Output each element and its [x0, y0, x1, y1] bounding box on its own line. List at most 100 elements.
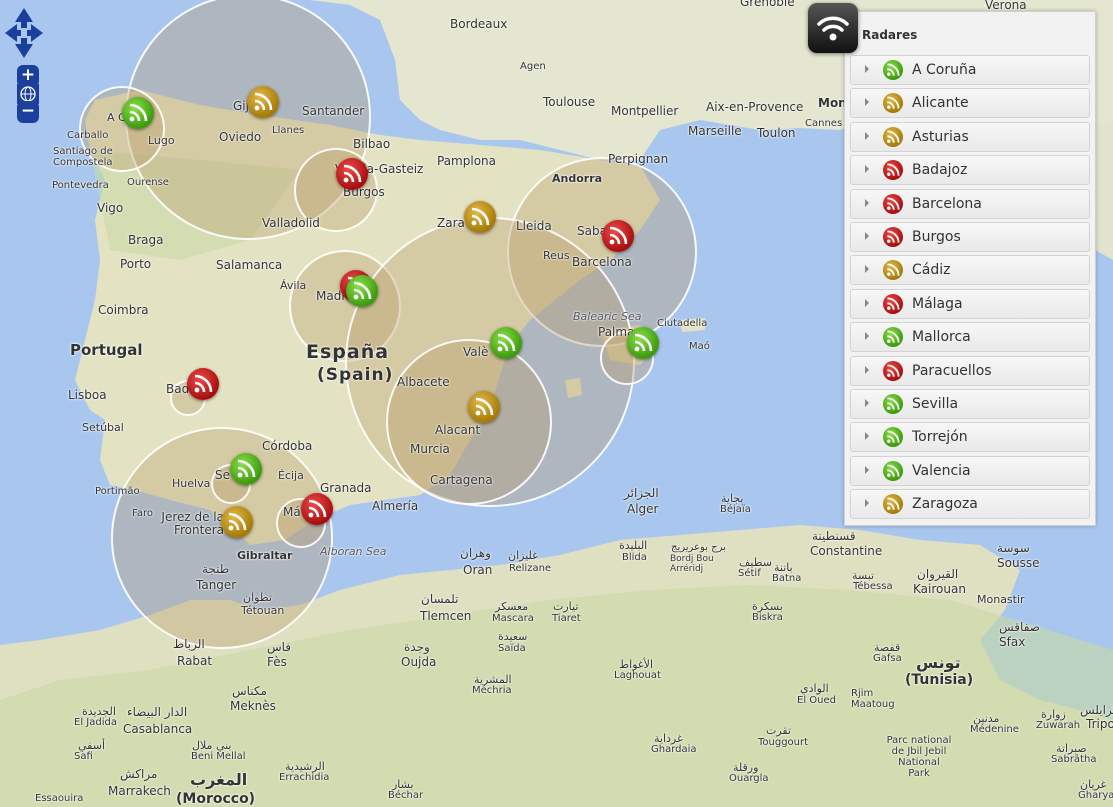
map-label: Marrakech	[108, 784, 171, 798]
map-label: الدار البيضاء	[127, 705, 188, 719]
expand-arrow-icon[interactable]	[865, 399, 869, 407]
map-label: Safi	[74, 751, 93, 762]
radar-name: Málaga	[912, 295, 963, 312]
wifi-icon[interactable]	[808, 3, 858, 53]
map-label: Bordj Bou Arréridj	[670, 554, 714, 574]
map-label: Biskra	[752, 612, 783, 623]
expand-arrow-icon[interactable]	[865, 465, 869, 474]
radar-list-item[interactable]: Torrejón	[850, 422, 1090, 453]
radar-marker-alicante[interactable]	[468, 391, 500, 423]
expand-arrow-icon[interactable]	[865, 298, 869, 307]
zoom-out-button[interactable]: −	[17, 101, 39, 123]
expand-arrow-icon[interactable]	[865, 432, 869, 441]
radar-name: Paracuellos	[912, 362, 992, 379]
pan-arrows-icon[interactable]	[5, 5, 43, 61]
map-label: Saïda	[498, 643, 526, 654]
map-label: سوسة	[997, 541, 1030, 555]
map-label: Murcia	[410, 442, 450, 456]
map-label: Braga	[128, 233, 164, 247]
map-label: Se	[215, 468, 230, 482]
map-label: Huelva	[172, 477, 211, 490]
expand-arrow-icon[interactable]	[865, 232, 869, 240]
radar-name: Alicante	[912, 95, 969, 112]
radar-list-item[interactable]: Cádiz	[850, 255, 1090, 286]
radar-marker-badajoz[interactable]	[187, 368, 219, 400]
radar-list-item[interactable]: Sevilla	[850, 389, 1090, 419]
expand-arrow-icon[interactable]	[865, 198, 869, 207]
radar-marker-mallorca[interactable]	[627, 327, 659, 359]
radar-list-item[interactable]: Alicante	[850, 88, 1090, 119]
map-label: Méchria	[472, 685, 512, 696]
map-label: Marseille	[688, 124, 742, 138]
radar-list-item[interactable]: Burgos	[850, 222, 1090, 252]
radar-list-item[interactable]: Paracuellos	[850, 355, 1090, 386]
map-label: Monastir	[977, 593, 1025, 606]
radar-marker-barcelona[interactable]	[602, 220, 634, 252]
map-label: Zara	[437, 216, 465, 230]
rss-icon	[883, 227, 903, 247]
map-label: Santander	[302, 104, 365, 118]
expand-arrow-icon[interactable]	[865, 131, 869, 140]
map-label: Fès	[267, 655, 287, 669]
expand-arrow-icon[interactable]	[865, 365, 869, 374]
map-label: Alboran Sea	[320, 545, 387, 558]
rss-icon	[883, 460, 903, 481]
map-label: تونس	[916, 653, 961, 672]
map-label: Sousse	[997, 556, 1040, 570]
rss-icon	[883, 93, 903, 114]
map-label: Casablanca	[123, 722, 193, 736]
map-label: تطوان	[243, 591, 272, 604]
map-label: Médenine	[970, 724, 1019, 735]
map-label: Oran	[463, 563, 493, 577]
map-label: الوادي	[800, 682, 829, 695]
radar-marker-acoruna[interactable]	[122, 97, 154, 129]
map-label: وجدة	[404, 640, 430, 654]
rss-icon	[883, 494, 903, 515]
map-label: Blida	[622, 552, 647, 563]
map-label: Bordeaux	[450, 17, 508, 31]
radar-list-item[interactable]: Asturias	[850, 121, 1090, 152]
map-label: Relizane	[509, 563, 552, 574]
map-label: Gharyan	[1078, 790, 1113, 801]
map-label: القيروان	[917, 567, 959, 581]
map-label: Parc national de Jbil Jebil National Par…	[886, 735, 952, 779]
radar-list-item[interactable]: Málaga	[850, 288, 1090, 319]
map-label: Toulouse	[543, 95, 596, 109]
map-label: Toulon	[757, 126, 796, 140]
expand-arrow-icon[interactable]	[865, 332, 869, 341]
radar-name: Sevilla	[912, 396, 959, 412]
map-label: Essaouira	[35, 793, 84, 804]
map-label: Albacete	[397, 375, 450, 389]
map-label: Perpignan	[608, 152, 669, 166]
map-label: Almería	[372, 499, 419, 513]
radar-marker-torrejon[interactable]	[346, 275, 378, 307]
radar-marker-cadiz[interactable]	[221, 506, 253, 538]
radar-list-item[interactable]: Badajoz	[850, 155, 1090, 186]
radar-marker-asturias[interactable]	[247, 86, 279, 118]
map-label: Ávila	[280, 279, 307, 292]
radar-list-item[interactable]: Valencia	[850, 455, 1090, 486]
radar-marker-zaragoza[interactable]	[464, 201, 496, 233]
map-label: الجزائر	[624, 486, 659, 500]
map-label: Cartagena	[430, 473, 493, 487]
map-label: Oviedo	[219, 130, 262, 144]
radar-marker-sevilla[interactable]	[230, 453, 262, 485]
expand-arrow-icon[interactable]	[865, 98, 869, 107]
radar-marker-malaga[interactable]	[301, 493, 333, 525]
radar-list-item[interactable]: A Coruña	[850, 55, 1090, 85]
radar-name: Barcelona	[912, 195, 982, 212]
map-label: Portimão	[95, 486, 140, 497]
expand-arrow-icon[interactable]	[865, 265, 869, 274]
radar-list-item[interactable]: Barcelona	[850, 188, 1090, 219]
map-label: مراكش	[120, 767, 158, 781]
map-label: Maó	[689, 341, 710, 352]
map-label: Gafsa	[873, 653, 902, 664]
radar-marker-valencia[interactable]	[490, 327, 522, 359]
map-label: Vigo	[97, 201, 124, 215]
radar-list-item[interactable]: Mallorca	[850, 322, 1090, 353]
expand-arrow-icon[interactable]	[865, 65, 869, 73]
expand-arrow-icon[interactable]	[865, 165, 869, 174]
radar-list-item[interactable]: Zaragoza	[850, 489, 1090, 520]
expand-arrow-icon[interactable]	[865, 499, 869, 508]
radar-marker-burgos[interactable]	[336, 158, 368, 190]
